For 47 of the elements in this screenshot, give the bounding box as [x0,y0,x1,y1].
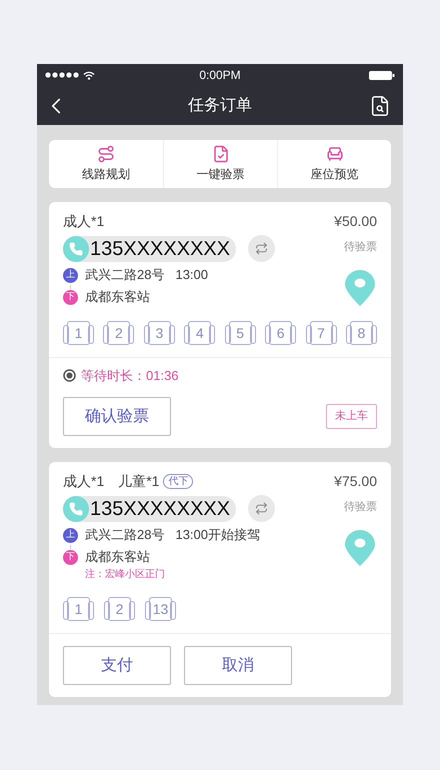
toolbar-button[interactable]: 一键验票 [163,140,277,188]
page-title: 任务订单 [188,96,252,116]
route-icon [97,145,115,163]
signal-icon [45,72,79,78]
status-time: 0:00PM [199,67,241,84]
phone-number: 135XXXXXXXX [90,238,230,258]
boarding-status: 未上车 [326,404,377,429]
pickup-time: 13:00 [175,266,208,284]
pickup-time: 13:00开始接驾 [175,526,260,544]
dropoff-place: 成都东客站 [85,548,150,566]
clock-icon [63,368,76,382]
seat-icon [326,145,344,163]
price: ¥75.00 [334,472,377,491]
pickup-address: 武兴二路28号 [85,526,164,544]
pickup-address: 武兴二路28号 [85,266,164,284]
action-button[interactable]: 支付 [63,646,171,685]
passenger-count: 成人*1 [63,472,104,491]
action-button[interactable]: 取消 [184,646,292,685]
battery-icon [369,70,395,80]
pickup-badge: 上 [63,268,78,282]
phone-icon [63,496,89,522]
status: 待验票 [344,500,377,515]
pickup-badge: 上 [63,528,78,542]
phone-icon [63,236,89,262]
dropoff-place: 成都东客站 [85,288,150,306]
toolbar-button[interactable]: 座位预览 [277,140,391,188]
child-count: 儿童*1 [118,472,160,491]
document-check-icon [212,145,230,163]
swap-button[interactable] [248,495,276,522]
phone-pill[interactable]: 135XXXXXXXX [63,236,236,262]
dropoff-badge: 下 [63,550,78,564]
toolbar-button[interactable]: 线路规划 [49,140,163,188]
status: 待验票 [344,240,377,255]
dropoff-badge: 下 [63,290,78,304]
action-button[interactable]: 确认验票 [63,397,171,436]
document-search-icon[interactable] [369,94,391,116]
phone-pill[interactable]: 135XXXXXXXX [63,496,236,522]
note: 注：宏峰小区正门 [85,568,166,582]
wifi-icon [83,70,95,80]
passenger-count: 成人*1 [63,212,104,231]
swap-button[interactable] [248,235,276,262]
swap-icon [255,242,268,255]
swap-icon [255,502,268,515]
wait-time: 等待时长：01:36 [81,366,179,384]
price: ¥50.00 [334,212,377,231]
phone-number: 135XXXXXXXX [90,498,230,518]
tag: 代下 [163,474,194,489]
